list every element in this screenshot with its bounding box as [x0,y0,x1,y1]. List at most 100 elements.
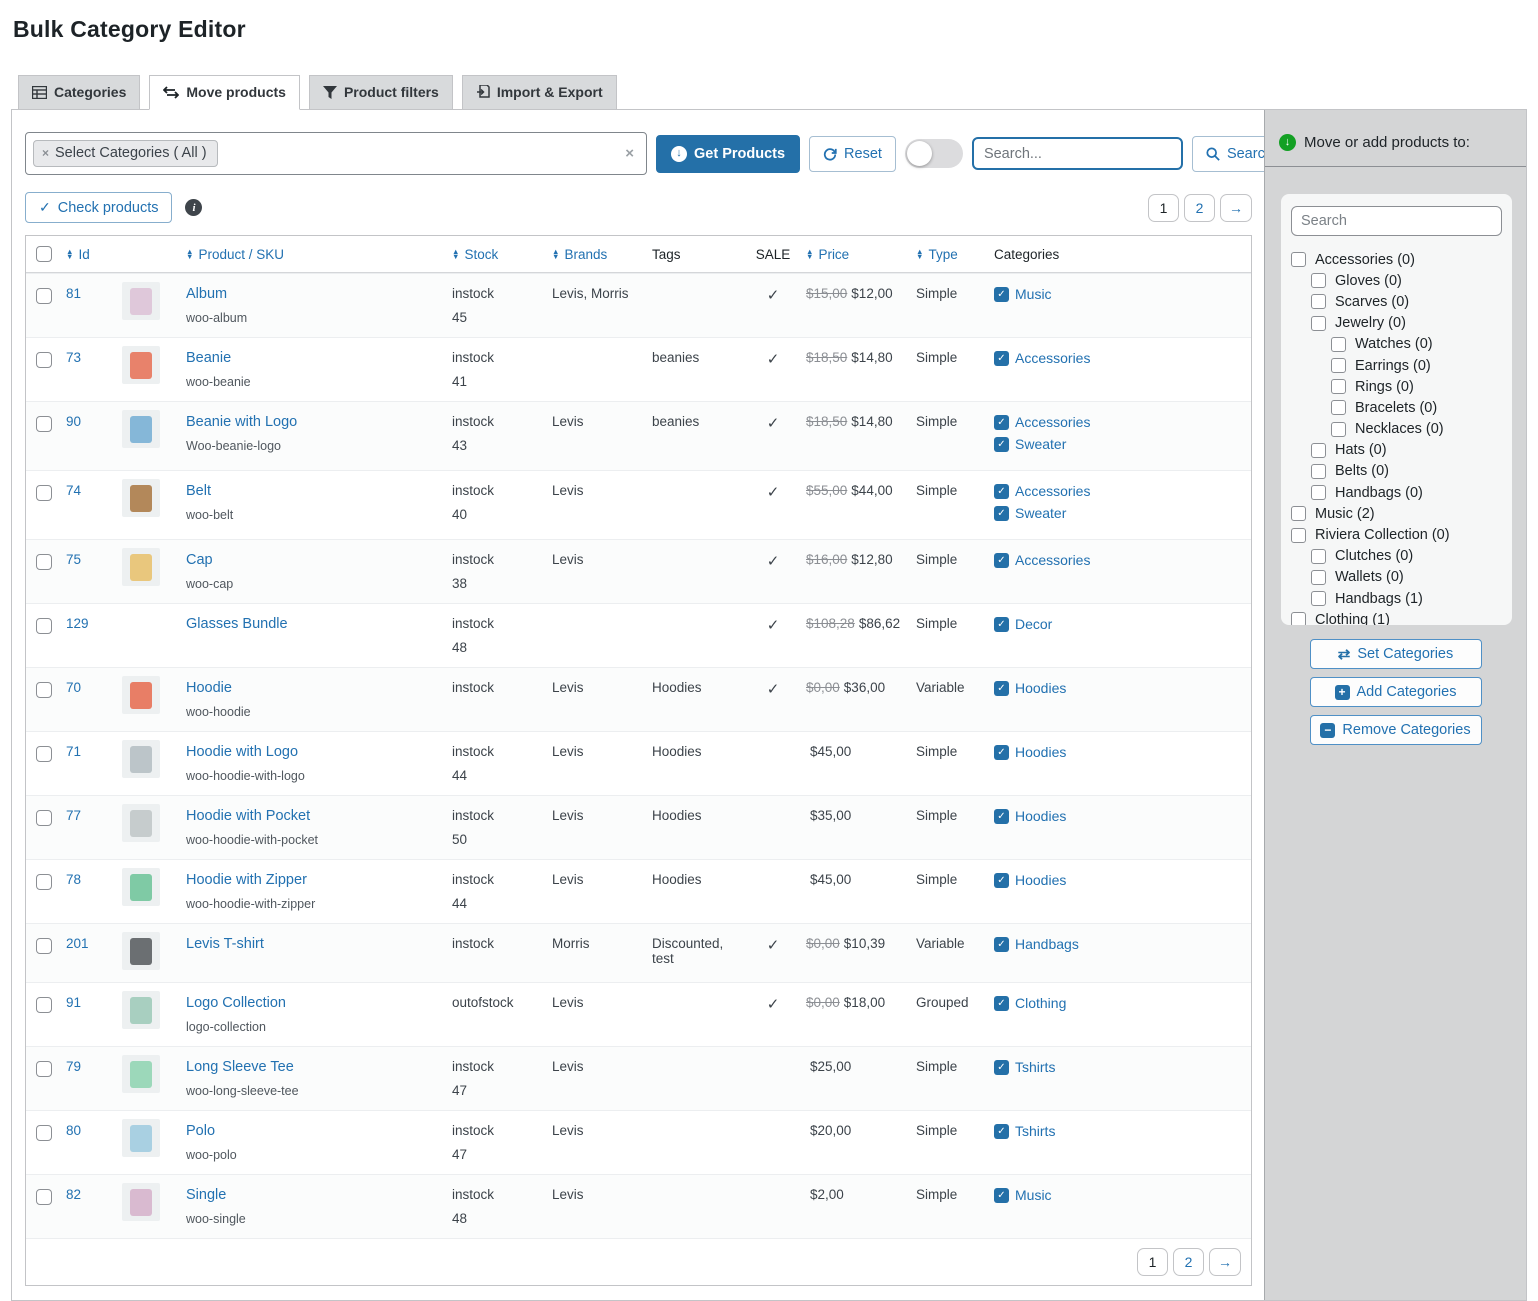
set-categories-button[interactable]: ⇄ Set Categories [1310,639,1482,669]
row-id-link[interactable]: 74 [66,483,81,498]
tree-checkbox[interactable] [1331,422,1346,437]
row-checkbox[interactable] [36,554,52,570]
row-id-link[interactable]: 78 [66,872,81,887]
tree-label[interactable]: Gloves (0) [1335,273,1402,289]
column-header-brands[interactable]: ▲▼Brands [548,236,648,272]
tree-checkbox[interactable] [1331,337,1346,352]
product-link[interactable]: Hoodie with Zipper [186,872,307,888]
tree-label[interactable]: Handbags (1) [1335,591,1423,607]
row-id-link[interactable]: 79 [66,1059,81,1074]
tree-label[interactable]: Riviera Collection (0) [1315,527,1450,543]
page-button-1[interactable]: 1 [1137,1248,1168,1276]
row-checkbox[interactable] [36,810,52,826]
category-link[interactable]: Accessories [1015,414,1090,430]
category-checked-icon[interactable]: ✓ [994,287,1009,302]
column-header-type[interactable]: ▲▼Type [912,236,990,272]
product-link[interactable]: Hoodie with Pocket [186,808,310,824]
tree-label[interactable]: Jewelry (0) [1335,315,1406,331]
category-tree-search-input[interactable] [1291,206,1502,236]
reset-button[interactable]: Reset [809,136,896,172]
row-id-link[interactable]: 201 [66,936,89,951]
next-page-button[interactable]: → [1209,1248,1241,1276]
tree-checkbox[interactable] [1311,316,1326,331]
tree-checkbox[interactable] [1291,252,1306,267]
category-link[interactable]: Decor [1015,616,1052,632]
row-checkbox[interactable] [36,618,52,634]
product-link[interactable]: Long Sleeve Tee [186,1059,294,1075]
tree-checkbox[interactable] [1311,485,1326,500]
product-link[interactable]: Polo [186,1123,215,1139]
selected-category-chip[interactable]: × Select Categories ( All ) [33,140,218,167]
category-select[interactable]: × Select Categories ( All ) × [25,132,647,175]
tree-label[interactable]: Clothing (1) [1315,612,1390,625]
row-id-link[interactable]: 71 [66,744,81,759]
category-link[interactable]: Sweater [1015,436,1066,452]
tree-checkbox[interactable] [1311,294,1326,309]
select-clear-icon[interactable]: × [625,145,634,162]
product-link[interactable]: Glasses Bundle [186,616,288,632]
column-header-stock[interactable]: ▲▼Stock [448,236,548,272]
category-checked-icon[interactable]: ✓ [994,437,1009,452]
tab-product-filters[interactable]: Product filters [309,75,453,110]
category-checked-icon[interactable]: ✓ [994,873,1009,888]
category-link[interactable]: Tshirts [1015,1123,1055,1139]
page-button-2[interactable]: 2 [1184,194,1215,222]
tree-checkbox[interactable] [1291,528,1306,543]
tree-checkbox[interactable] [1311,273,1326,288]
tree-label[interactable]: Rings (0) [1355,379,1414,395]
category-checked-icon[interactable]: ✓ [994,681,1009,696]
row-checkbox[interactable] [36,1189,52,1205]
product-link[interactable]: Single [186,1187,226,1203]
category-checked-icon[interactable]: ✓ [994,1124,1009,1139]
tree-label[interactable]: Bracelets (0) [1355,400,1437,416]
column-header-product[interactable]: ▲▼Product / SKU [182,236,448,272]
row-checkbox[interactable] [36,416,52,432]
product-link[interactable]: Belt [186,483,211,499]
tree-label[interactable]: Scarves (0) [1335,294,1409,310]
tree-checkbox[interactable] [1331,358,1346,373]
tree-label[interactable]: Accessories (0) [1315,252,1415,268]
product-link[interactable]: Hoodie with Logo [186,744,298,760]
category-link[interactable]: Clothing [1015,995,1066,1011]
tree-label[interactable]: Watches (0) [1355,336,1433,352]
column-header-price[interactable]: ▲▼Price [802,236,912,272]
row-checkbox[interactable] [36,746,52,762]
category-checked-icon[interactable]: ✓ [994,996,1009,1011]
category-link[interactable]: Handbags [1015,936,1079,952]
tree-checkbox[interactable] [1291,506,1306,521]
category-link[interactable]: Sweater [1015,505,1066,521]
category-checked-icon[interactable]: ✓ [994,617,1009,632]
category-link[interactable]: Accessories [1015,552,1090,568]
row-checkbox[interactable] [36,997,52,1013]
category-checked-icon[interactable]: ✓ [994,745,1009,760]
row-id-link[interactable]: 77 [66,808,81,823]
filter-toggle[interactable] [905,139,963,168]
row-checkbox[interactable] [36,682,52,698]
search-input[interactable] [972,137,1183,170]
row-id-link[interactable]: 80 [66,1123,81,1138]
category-checked-icon[interactable]: ✓ [994,506,1009,521]
category-link[interactable]: Accessories [1015,483,1090,499]
category-checked-icon[interactable]: ✓ [994,1060,1009,1075]
add-categories-button[interactable]: + Add Categories [1310,677,1482,707]
tree-checkbox[interactable] [1291,612,1306,625]
select-all-checkbox[interactable] [36,246,52,262]
row-id-link[interactable]: 75 [66,552,81,567]
tree-label[interactable]: Handbags (0) [1335,485,1423,501]
tree-checkbox[interactable] [1311,549,1326,564]
row-id-link[interactable]: 129 [66,616,89,631]
tab-categories[interactable]: Categories [18,75,140,110]
category-link[interactable]: Music [1015,1187,1052,1203]
tree-label[interactable]: Hats (0) [1335,442,1387,458]
category-checked-icon[interactable]: ✓ [994,937,1009,952]
tree-label[interactable]: Necklaces (0) [1355,421,1444,437]
product-link[interactable]: Logo Collection [186,995,286,1011]
product-link[interactable]: Levis T-shirt [186,936,264,952]
product-link[interactable]: Album [186,286,227,302]
row-id-link[interactable]: 90 [66,414,81,429]
tree-label[interactable]: Earrings (0) [1355,358,1431,374]
category-checked-icon[interactable]: ✓ [994,1188,1009,1203]
row-checkbox[interactable] [36,874,52,890]
check-products-button[interactable]: ✓ Check products [25,192,172,223]
row-checkbox[interactable] [36,938,52,954]
